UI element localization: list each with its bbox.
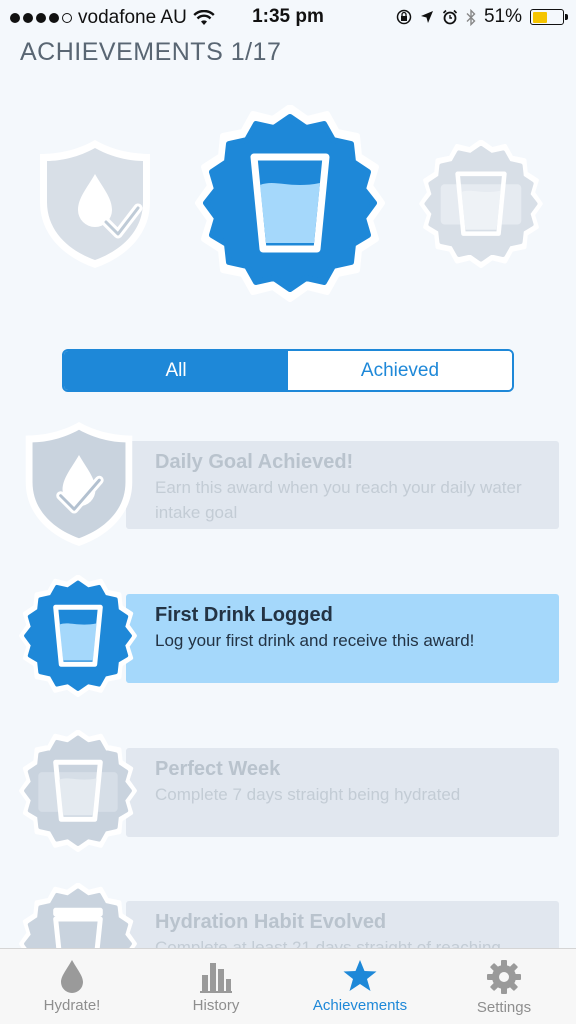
glass-seal-icon xyxy=(19,730,137,853)
achievement-description: Earn this award when you reach your dail… xyxy=(155,478,522,522)
shield-drop-check-icon xyxy=(25,422,133,546)
achievement-description: Complete 7 days straight being hydrated xyxy=(155,785,461,804)
tab-label: Settings xyxy=(476,999,532,1016)
bar-chart-icon xyxy=(200,963,232,993)
bluetooth-icon xyxy=(466,8,476,26)
battery-icon xyxy=(530,9,568,25)
tab-history[interactable]: History xyxy=(144,949,288,1024)
shield-drop-check-icon[interactable] xyxy=(32,136,158,272)
achievement-title: Hydration Habit Evolved xyxy=(155,911,387,933)
status-bar: vodafone AU 1:35 pm 51% xyxy=(0,0,576,36)
gear-icon xyxy=(487,960,521,994)
achievement-card[interactable]: Perfect Week Complete 7 days straight be… xyxy=(126,748,559,837)
tab-bar: Hydrate! History Achievements Settings xyxy=(0,948,576,1024)
status-left: vodafone AU xyxy=(10,7,215,29)
achievement-card[interactable]: First Drink Logged Log your first drink … xyxy=(126,594,559,683)
alarm-icon xyxy=(442,9,458,25)
tab-achievements[interactable]: Achievements xyxy=(288,949,432,1024)
achievement-title: First Drink Logged xyxy=(155,604,333,626)
tab-label: Achievements xyxy=(312,997,408,1014)
achievement-card[interactable]: Daily Goal Achieved! Earn this award whe… xyxy=(126,441,559,529)
glass-seal-icon[interactable] xyxy=(416,140,546,270)
achievement-title: Perfect Week xyxy=(155,758,281,780)
filter-segmented-control[interactable]: All Achieved xyxy=(62,349,514,392)
rotation-lock-icon xyxy=(396,9,412,25)
glass-seal-icon[interactable] xyxy=(190,105,390,305)
tab-hydrate[interactable]: Hydrate! xyxy=(0,949,144,1024)
battery-percent: 51% xyxy=(483,6,522,27)
wifi-icon xyxy=(193,10,215,25)
segment-all[interactable]: All xyxy=(64,351,288,390)
star-icon xyxy=(343,960,377,991)
tab-label: History xyxy=(192,997,240,1014)
location-icon xyxy=(420,11,433,23)
achievement-title: Daily Goal Achieved! xyxy=(155,451,354,473)
achievement-carousel[interactable] xyxy=(0,100,576,310)
page-title: ACHIEVEMENTS 1/17 xyxy=(20,38,282,66)
segment-achieved[interactable]: Achieved xyxy=(288,351,512,390)
water-drop-icon xyxy=(61,960,83,993)
tab-label: Hydrate! xyxy=(43,997,101,1014)
carrier-name: vodafone AU xyxy=(78,7,187,28)
status-right: 51% xyxy=(396,6,568,28)
signal-strength-icon xyxy=(10,13,72,23)
tab-settings[interactable]: Settings xyxy=(432,949,576,1024)
glass-seal-icon xyxy=(19,575,137,698)
achievement-description: Log your first drink and receive this aw… xyxy=(155,631,475,650)
